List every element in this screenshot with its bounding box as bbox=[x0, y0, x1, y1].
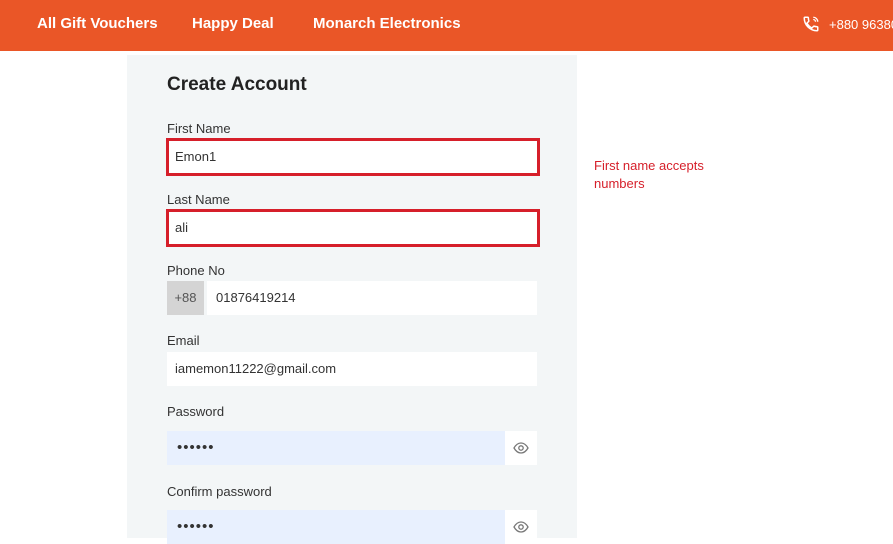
confirm-password-label: Confirm password bbox=[167, 484, 272, 499]
phone-field[interactable]: 01876419214 bbox=[207, 281, 537, 315]
nav-link-monarch-electronics[interactable]: Monarch Electronics bbox=[313, 15, 461, 32]
email-label: Email bbox=[167, 333, 200, 348]
first-name-field[interactable]: Emon1 bbox=[166, 138, 540, 176]
password-field[interactable]: •••••• bbox=[167, 431, 505, 465]
nav-link-happy-deal[interactable]: Happy Deal bbox=[192, 15, 274, 32]
eye-icon bbox=[513, 521, 529, 533]
first-name-label: First Name bbox=[167, 121, 231, 136]
phone-number: +880 96380 bbox=[829, 16, 893, 32]
last-name-label: Last Name bbox=[167, 192, 230, 207]
email-field[interactable]: iamemon11222@gmail.com bbox=[167, 352, 537, 386]
top-nav-bar: All Gift Vouchers Happy Deal Monarch Ele… bbox=[0, 0, 893, 51]
confirm-password-field[interactable]: •••••• bbox=[167, 510, 505, 544]
last-name-field[interactable]: ali bbox=[166, 209, 540, 247]
nav-link-all-gift-vouchers[interactable]: All Gift Vouchers bbox=[37, 15, 158, 32]
phone-icon bbox=[803, 16, 819, 32]
contact-phone[interactable]: +880 96380 bbox=[802, 15, 893, 33]
password-label: Password bbox=[167, 404, 225, 419]
phone-label: Phone No bbox=[167, 263, 225, 278]
phone-country-prefix: +88 bbox=[167, 281, 204, 315]
annotation-note: First name accepts numbers bbox=[594, 158, 704, 191]
confirm-password-visibility-toggle[interactable] bbox=[505, 510, 537, 544]
page-title: Create Account bbox=[167, 74, 307, 95]
eye-icon bbox=[513, 442, 529, 454]
password-visibility-toggle[interactable] bbox=[505, 431, 537, 465]
